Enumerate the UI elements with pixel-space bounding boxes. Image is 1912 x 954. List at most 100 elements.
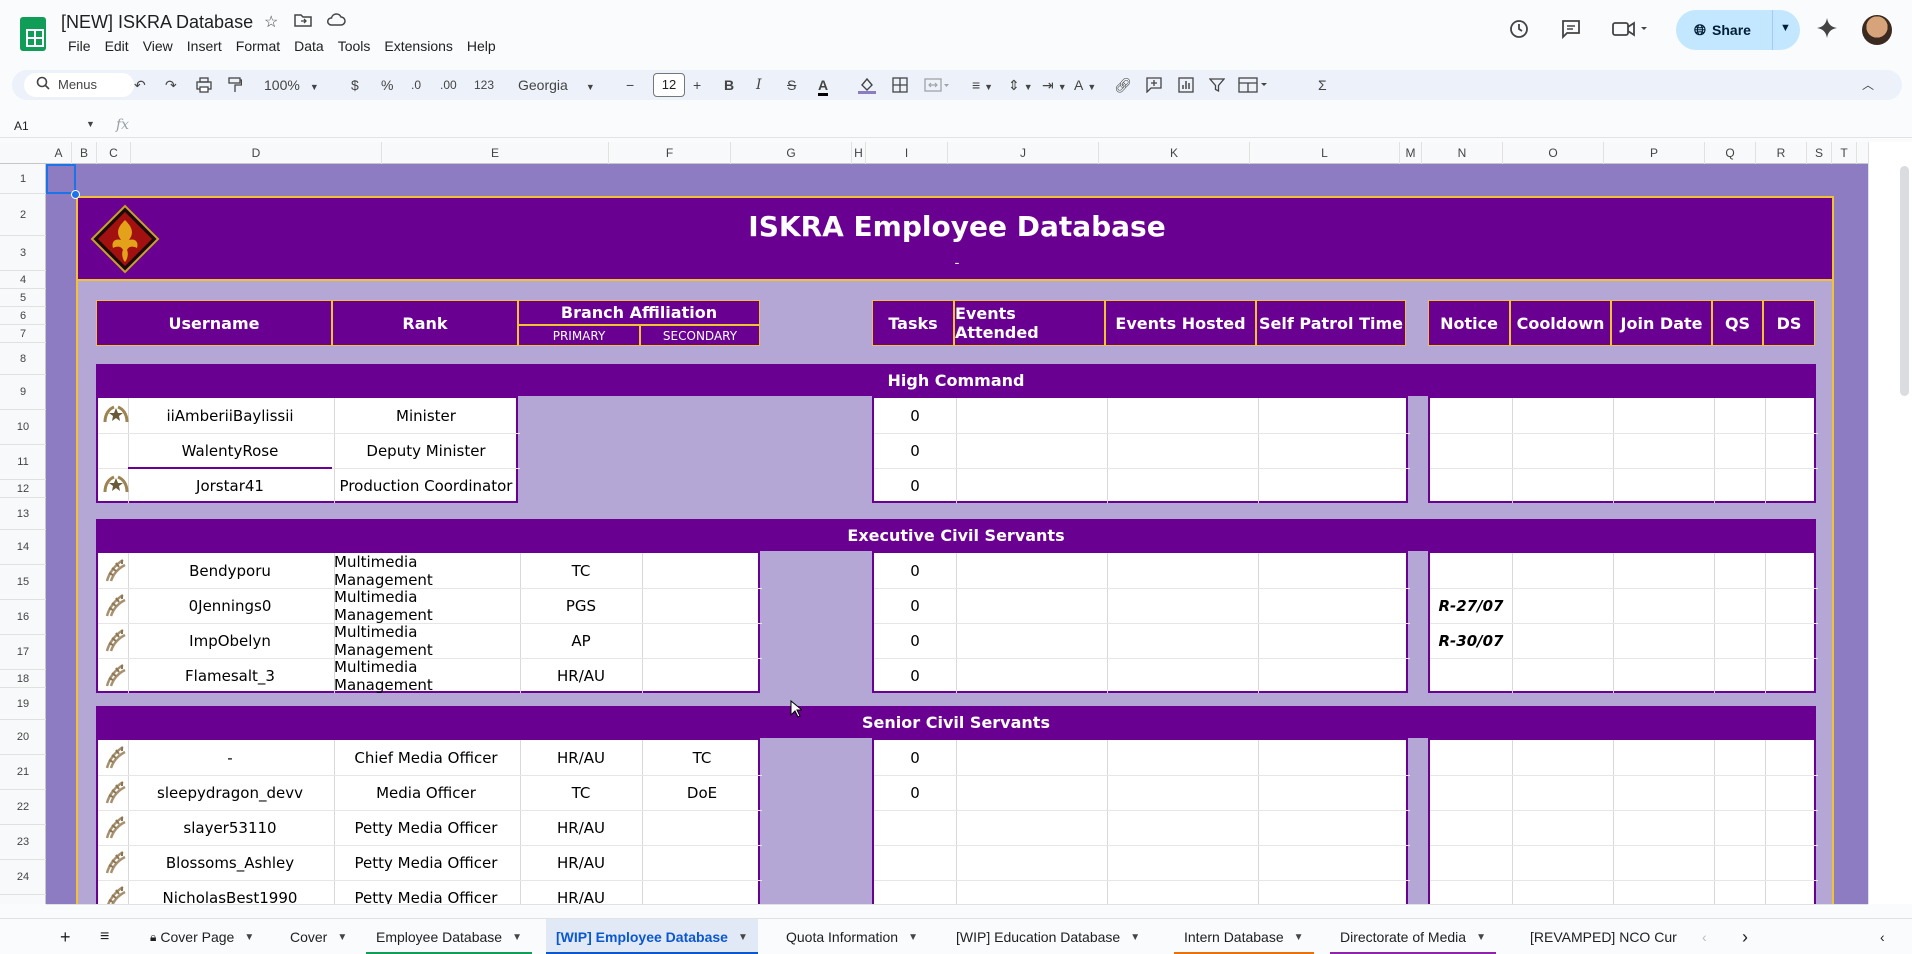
row-header-21[interactable]: 21 xyxy=(0,755,46,790)
number-format-button[interactable]: 123 xyxy=(474,76,494,94)
username-cell[interactable]: Blossoms_Ashley xyxy=(128,845,332,880)
username-cell[interactable]: NicholasBest1990 xyxy=(128,880,332,905)
menu-help[interactable]: Help xyxy=(460,37,503,55)
borders-icon[interactable] xyxy=(892,77,908,97)
username-cell[interactable]: Flamesalt_3 xyxy=(128,658,332,693)
menu-format[interactable]: Format xyxy=(229,37,287,55)
sheet-tab-5[interactable]: Quota Information ▼ xyxy=(776,919,928,954)
insert-comment-icon[interactable] xyxy=(1146,77,1162,97)
notice-cell[interactable] xyxy=(1430,468,1512,503)
secondary-branch-cell[interactable] xyxy=(642,658,762,693)
sheet-tab-3[interactable]: Employee Database ▼ xyxy=(366,919,532,954)
decrease-decimal-button[interactable]: .0 xyxy=(411,76,421,94)
column-header-o[interactable]: O xyxy=(1503,142,1604,164)
fill-handle[interactable] xyxy=(71,190,80,199)
notice-cell[interactable] xyxy=(1430,398,1512,433)
tasks-cell[interactable] xyxy=(874,845,956,880)
rank-cell[interactable]: Media Officer xyxy=(334,775,518,810)
rank-cell[interactable]: Multimedia Management xyxy=(334,588,518,624)
column-header-t[interactable]: T xyxy=(1832,142,1857,164)
font-size-input[interactable]: 12 xyxy=(653,73,685,97)
fill-color-icon[interactable] xyxy=(857,75,877,99)
tasks-cell[interactable] xyxy=(874,810,956,845)
tasks-cell[interactable]: 0 xyxy=(874,553,956,588)
notice-cell[interactable] xyxy=(1430,845,1512,880)
column-header-n[interactable]: N xyxy=(1422,142,1503,164)
insert-chart-icon[interactable] xyxy=(1178,77,1194,97)
column-header-q[interactable]: Q xyxy=(1705,142,1756,164)
gemini-sparkle-icon[interactable] xyxy=(1816,17,1838,45)
secondary-branch-cell[interactable] xyxy=(642,880,762,904)
notice-cell[interactable] xyxy=(1430,810,1512,845)
scroll-tabs-left-icon[interactable]: ‹ xyxy=(1692,919,1717,954)
column-header-l[interactable]: L xyxy=(1250,142,1400,164)
notice-cell[interactable] xyxy=(1430,433,1512,468)
chevron-down-icon[interactable]: ▼ xyxy=(908,932,918,943)
chevron-down-icon[interactable]: ▼ xyxy=(1476,932,1486,943)
vertical-scroll-thumb[interactable] xyxy=(1900,166,1909,396)
table-view-icon[interactable] xyxy=(1238,77,1270,97)
secondary-branch-cell[interactable] xyxy=(642,810,762,845)
functions-button[interactable]: Σ xyxy=(1318,76,1327,94)
sheet-tab-2[interactable]: Cover ▼ xyxy=(280,919,357,954)
menu-extensions[interactable]: Extensions xyxy=(377,37,459,55)
print-icon[interactable] xyxy=(196,77,212,97)
column-header-a[interactable]: A xyxy=(46,142,72,164)
rank-cell[interactable]: Production Coordinator xyxy=(334,468,518,503)
notice-cell[interactable] xyxy=(1430,880,1512,904)
row-header-16[interactable]: 16 xyxy=(0,600,46,635)
tasks-cell[interactable]: 0 xyxy=(874,588,956,623)
strikethrough-button[interactable]: S xyxy=(787,76,796,94)
scroll-tabs-right-icon[interactable]: › xyxy=(1732,919,1758,954)
move-folder-icon[interactable] xyxy=(294,12,312,33)
paint-format-icon[interactable] xyxy=(228,77,243,97)
name-box[interactable]: A1 xyxy=(14,119,29,133)
row-header-23[interactable]: 23 xyxy=(0,825,46,860)
row-header-8[interactable]: 8 xyxy=(0,343,46,375)
tasks-cell[interactable]: 0 xyxy=(874,433,956,468)
username-cell[interactable]: slayer53110 xyxy=(128,810,332,845)
sheet-tab-9[interactable]: [REVAMPED] NCO Cur xyxy=(1520,919,1680,954)
username-cell[interactable]: Jorstar41 xyxy=(128,468,332,503)
horizontal-align-icon[interactable]: ≡ ▼ xyxy=(972,76,993,96)
row-header-14[interactable]: 14 xyxy=(0,530,46,565)
row-header-4[interactable]: 4 xyxy=(0,271,46,289)
notice-cell[interactable] xyxy=(1430,775,1512,810)
column-header-d[interactable]: D xyxy=(131,142,382,164)
explore-panel-icon[interactable]: ‹ xyxy=(1870,919,1895,954)
tasks-cell[interactable]: 0 xyxy=(874,775,956,810)
vertical-scrollbar[interactable] xyxy=(1868,142,1912,904)
text-rotation-icon[interactable]: A ▼ xyxy=(1074,76,1096,96)
menu-file[interactable]: File xyxy=(61,37,98,55)
menu-data[interactable]: Data xyxy=(287,37,331,55)
tasks-cell[interactable]: 0 xyxy=(874,623,956,658)
column-header-f[interactable]: F xyxy=(609,142,731,164)
row-header-19[interactable]: 19 xyxy=(0,688,46,720)
account-avatar[interactable] xyxy=(1862,15,1892,45)
primary-branch-cell[interactable]: PGS xyxy=(520,588,642,623)
column-header-s[interactable]: S xyxy=(1807,142,1832,164)
share-button[interactable]: 🌐︎ Share ▼ xyxy=(1676,10,1800,50)
username-cell[interactable]: sleepydragon_devv xyxy=(128,775,332,810)
secondary-branch-cell[interactable]: TC xyxy=(642,740,762,775)
row-header-6[interactable]: 6 xyxy=(0,307,46,325)
row-header-15[interactable]: 15 xyxy=(0,565,46,600)
primary-branch-cell[interactable]: HR/AU xyxy=(520,740,642,775)
username-cell[interactable]: iiAmberiiBaylissii xyxy=(128,398,332,433)
percent-format-button[interactable]: % xyxy=(381,76,393,94)
row-header-1[interactable]: 1 xyxy=(0,164,46,194)
chevron-down-icon[interactable]: ▼ xyxy=(244,932,254,943)
primary-branch-cell[interactable]: TC xyxy=(520,553,642,588)
currency-format-button[interactable]: $ xyxy=(351,76,359,94)
collapse-toolbar-icon[interactable]: ︿ xyxy=(1862,76,1874,94)
row-header-24[interactable]: 24 xyxy=(0,860,46,895)
meet-video-icon[interactable] xyxy=(1612,19,1648,45)
sheet-tab-1[interactable]: 🔒︎ Cover Page ▼ xyxy=(140,919,264,954)
chevron-down-icon[interactable]: ▼ xyxy=(738,932,748,943)
secondary-branch-cell[interactable] xyxy=(642,588,762,623)
horizontal-scrollbar[interactable] xyxy=(46,904,1868,905)
column-header-i[interactable]: I xyxy=(866,142,948,164)
rank-cell[interactable]: Deputy Minister xyxy=(334,433,518,468)
username-cell[interactable]: ImpObelyn xyxy=(128,623,332,658)
menu-insert[interactable]: Insert xyxy=(180,37,229,55)
